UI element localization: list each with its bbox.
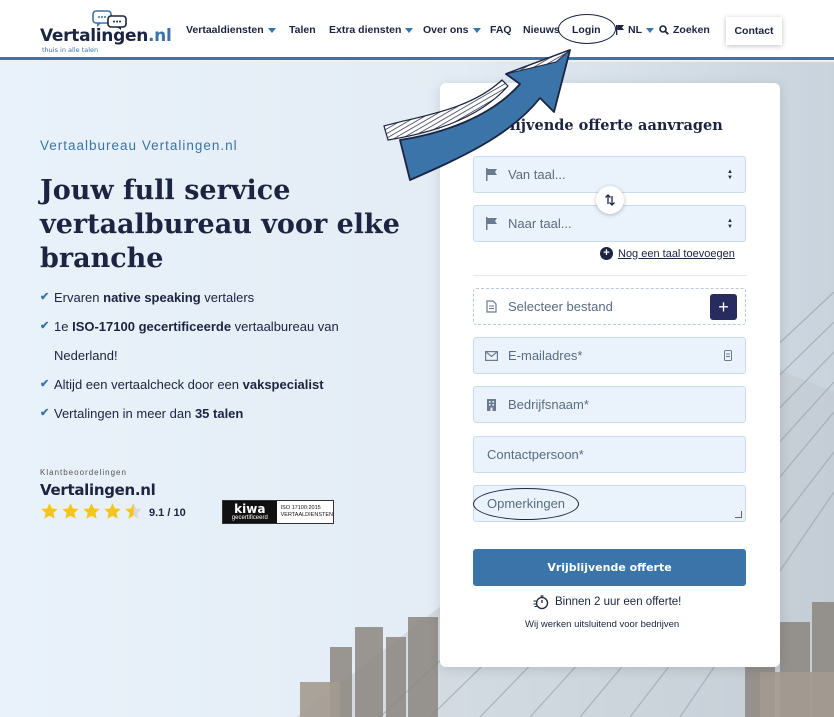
usp-item: ✔ Vertalingen in meer dan 35 talen <box>40 399 380 428</box>
site-logo[interactable]: Vertalingen.nl thuis in alle talen <box>40 8 172 54</box>
resize-handle[interactable] <box>735 511 742 518</box>
nav-label: FAQ <box>490 24 512 36</box>
check-icon: ✔ <box>40 291 50 303</box>
search-icon <box>659 25 669 35</box>
to-language-placeholder: Naar taal... <box>508 216 572 231</box>
swap-languages-button[interactable] <box>596 186 624 214</box>
annotation-arrow-icon <box>383 49 571 181</box>
nav-extra-diensten[interactable]: Extra diensten <box>329 24 414 36</box>
star-rating <box>40 502 143 521</box>
plus-circle-icon: + <box>600 247 613 260</box>
add-language-link[interactable]: + Nog een taal toevoegen <box>600 247 735 260</box>
contact-button[interactable]: Contact <box>726 17 782 45</box>
select-arrows-icon: ▲ ▼ <box>727 168 733 181</box>
star-icon <box>83 503 100 519</box>
nav-label: Over ons <box>423 24 469 36</box>
usp-text: Vertalingen in meer dan <box>54 406 195 421</box>
kiwa-scope: VERTAALDIENSTEN <box>280 512 333 518</box>
usp-text: Altijd een vertaalcheck door een <box>54 377 243 392</box>
check-icon: ✔ <box>40 320 50 332</box>
swap-arrows-icon <box>605 194 615 206</box>
hero-eyebrow: Vertaalbureau Vertalingen.nl <box>40 138 238 153</box>
logo-name: Vertalingen <box>40 26 148 46</box>
usp-bold: vakspecialist <box>242 377 324 392</box>
email-field[interactable]: E-mailadres* <box>473 337 746 374</box>
search-link[interactable]: Zoeken <box>659 24 710 36</box>
document-icon <box>474 300 508 313</box>
usp-item: ✔ 1e ISO-17100 gecertificeerde vertaalbur… <box>40 312 360 370</box>
select-arrows-icon: ▲ ▼ <box>727 217 733 230</box>
response-time-note: Binnen 2 uur een offerte! <box>533 594 681 610</box>
kiwa-certificate-badge: kiwa gecertificeerd ISO 17100:2015 VERTA… <box>222 500 334 524</box>
flag-icon <box>474 217 508 230</box>
star-half-icon <box>125 503 142 519</box>
star-icon <box>62 503 79 519</box>
language-label: NL <box>628 24 642 36</box>
usp-list: ✔ Ervaren native speaking vertalers ✔ 1e I… <box>40 283 380 428</box>
usp-item: ✔ Ervaren native speaking vertalers <box>40 283 380 312</box>
usp-text: Ervaren <box>54 290 104 305</box>
logo-tagline: thuis in alle talen <box>42 46 99 54</box>
search-label: Zoeken <box>673 24 710 36</box>
reviews-brand[interactable]: Vertalingen.nl <box>40 481 156 499</box>
star-icon <box>104 503 121 519</box>
usp-bold: native speaking <box>103 290 201 305</box>
logo-wordmark: Vertalingen.nl <box>40 26 172 46</box>
nav-label: Extra diensten <box>329 24 402 36</box>
nav-over-ons[interactable]: Over ons <box>423 24 481 36</box>
chevron-down-icon <box>267 27 276 33</box>
chevron-down-icon <box>646 27 654 33</box>
nav-label: Vertaaldiensten <box>186 24 264 36</box>
nav-talen[interactable]: Talen <box>289 24 316 36</box>
nav-label: Talen <box>289 24 316 36</box>
file-upload-field[interactable]: Selecteer bestand + <box>473 288 746 325</box>
usp-bold: ISO-17100 gecertificeerde <box>72 319 232 334</box>
review-score: 9.1 / 10 <box>149 507 186 519</box>
nav-vertaaldiensten[interactable]: Vertaaldiensten <box>186 24 276 36</box>
kiwa-iso: ISO 17100:2015 <box>280 505 321 511</box>
add-file-button[interactable]: + <box>710 293 737 320</box>
reviews-label: Klantbeoordelingen <box>40 468 127 477</box>
building-icon <box>474 398 508 411</box>
stopwatch-icon <box>533 595 549 610</box>
kiwa-logo: kiwa gecertificeerd <box>223 501 277 523</box>
check-icon: ✔ <box>40 378 50 390</box>
logo-tld: .nl <box>148 26 172 46</box>
nav-label: Nieuws <box>523 24 560 36</box>
envelope-icon <box>474 350 508 361</box>
nav-faq[interactable]: FAQ <box>490 24 512 36</box>
usp-bold: 35 talen <box>194 406 244 421</box>
file-placeholder: Selecteer bestand <box>508 299 613 314</box>
company-placeholder: Bedrijfsnaam* <box>508 397 589 412</box>
hero-title: Jouw full service vertaalbureau voor elk… <box>40 175 400 274</box>
flag-icon <box>616 25 624 35</box>
usp-text: 1e <box>54 319 73 334</box>
contact-person-field[interactable]: Contactpersoon* <box>473 436 746 473</box>
contact-placeholder: Contactpersoon* <box>487 447 584 462</box>
email-placeholder: E-mailadres* <box>508 348 583 363</box>
b2b-note: Wij werken uitsluitend voor bedrijven <box>525 619 680 630</box>
annotation-circle-remarks <box>473 488 579 520</box>
chevron-down-icon <box>472 27 481 33</box>
check-icon: ✔ <box>40 407 50 419</box>
kiwa-sub: gecertificeerd <box>231 514 268 521</box>
company-name-field[interactable]: Bedrijfsnaam* <box>473 386 746 423</box>
autofill-icon[interactable] <box>711 350 745 361</box>
kiwa-name: kiwa <box>234 501 266 516</box>
chevron-down-icon <box>405 27 414 33</box>
star-icon <box>41 503 58 519</box>
usp-text: vertalers <box>200 290 255 305</box>
submit-quote-button[interactable]: Vrijblijvende offerte <box>473 549 746 586</box>
kiwa-details: ISO 17100:2015 VERTAALDIENSTEN <box>277 501 333 523</box>
language-selector[interactable]: NL <box>616 24 654 36</box>
usp-item: ✔ Altijd een vertaalcheck door een vakspe… <box>40 370 380 399</box>
nav-nieuws[interactable]: Nieuws <box>523 24 560 36</box>
add-language-label: Nog een taal toevoegen <box>618 247 735 260</box>
promise-text: Binnen 2 uur een offerte! <box>555 596 682 608</box>
form-divider <box>473 275 746 276</box>
